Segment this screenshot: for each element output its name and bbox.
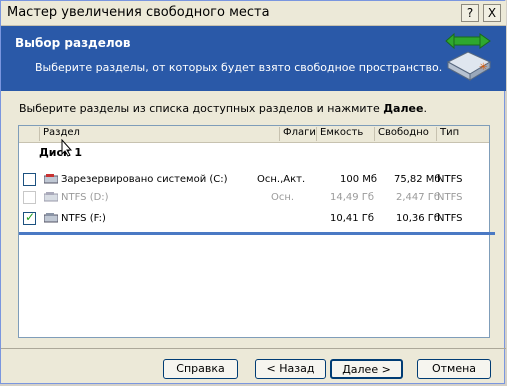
partition-capacity: 100 Мб bbox=[340, 174, 378, 185]
back-button[interactable]: < Назад bbox=[255, 359, 326, 379]
table-row[interactable]: NTFS (F:) 10,41 Гб 10,36 Гб NTFS bbox=[19, 210, 489, 228]
partition-name: Зарезервировано системой (C:) bbox=[61, 174, 228, 185]
close-button[interactable]: X bbox=[483, 4, 501, 22]
column-flags[interactable]: Флаги bbox=[279, 127, 317, 141]
partition-type: NTFS bbox=[437, 213, 463, 224]
partition-checkbox[interactable] bbox=[23, 210, 36, 225]
partition-list[interactable]: Раздел Флаги Емкость Свободно Тип Диск 1… bbox=[18, 125, 495, 338]
partition-name: NTFS (D:) bbox=[61, 192, 109, 203]
drive-icon bbox=[44, 174, 58, 184]
partition-flags: Осн. bbox=[271, 192, 295, 203]
partition-free: 2,447 Гб bbox=[396, 192, 441, 203]
disk-space-arrows-icon: ✳ bbox=[445, 32, 492, 81]
partition-name: NTFS (F:) bbox=[61, 213, 106, 224]
partition-capacity: 10,41 Гб bbox=[330, 213, 375, 224]
partition-capacity: 14,49 Гб bbox=[330, 192, 375, 203]
partition-type: NTFS bbox=[437, 174, 463, 185]
header-banner: Выбор разделов Выберите разделы, от кото… bbox=[1, 26, 506, 91]
partition-free: 10,36 Гб bbox=[396, 213, 441, 224]
list-header: Раздел Флаги Емкость Свободно Тип bbox=[19, 126, 489, 143]
title-bar[interactable]: Мастер увеличения свободного места ? X bbox=[1, 1, 506, 26]
svg-text:✳: ✳ bbox=[479, 62, 487, 73]
banner-title: Выбор разделов bbox=[15, 36, 131, 50]
drive-icon bbox=[44, 192, 58, 202]
partition-free: 75,82 Мб bbox=[394, 174, 441, 185]
table-row: NTFS (D:) Осн. 14,49 Гб 2,447 Гб NTFS bbox=[19, 189, 489, 207]
drive-icon bbox=[44, 213, 58, 223]
column-free[interactable]: Свободно bbox=[374, 127, 436, 141]
window-title: Мастер увеличения свободного места bbox=[7, 5, 270, 20]
next-button[interactable]: Далее > bbox=[330, 359, 403, 379]
column-capacity[interactable]: Емкость bbox=[316, 127, 374, 141]
wizard-window: Мастер увеличения свободного места ? X В… bbox=[0, 0, 506, 384]
partition-checkbox[interactable] bbox=[23, 173, 36, 186]
button-separator bbox=[1, 348, 506, 349]
partition-checkbox bbox=[23, 191, 36, 204]
instruction-text: Выберите разделы из списка доступных раз… bbox=[19, 102, 427, 115]
cancel-button[interactable]: Отмена bbox=[417, 359, 491, 379]
mouse-cursor-icon bbox=[61, 139, 73, 157]
help-button[interactable]: Справка bbox=[163, 359, 238, 379]
banner-subtitle: Выберите разделы, от которых будет взято… bbox=[35, 61, 443, 74]
help-title-button[interactable]: ? bbox=[461, 4, 479, 22]
selection-underline bbox=[19, 232, 495, 235]
partition-type: NTFS bbox=[437, 192, 463, 203]
column-type[interactable]: Тип bbox=[436, 127, 489, 141]
column-partition[interactable]: Раздел bbox=[39, 127, 279, 141]
partition-flags: Осн.,Акт. bbox=[257, 174, 306, 185]
table-row[interactable]: Зарезервировано системой (C:) Осн.,Акт. … bbox=[19, 171, 489, 189]
